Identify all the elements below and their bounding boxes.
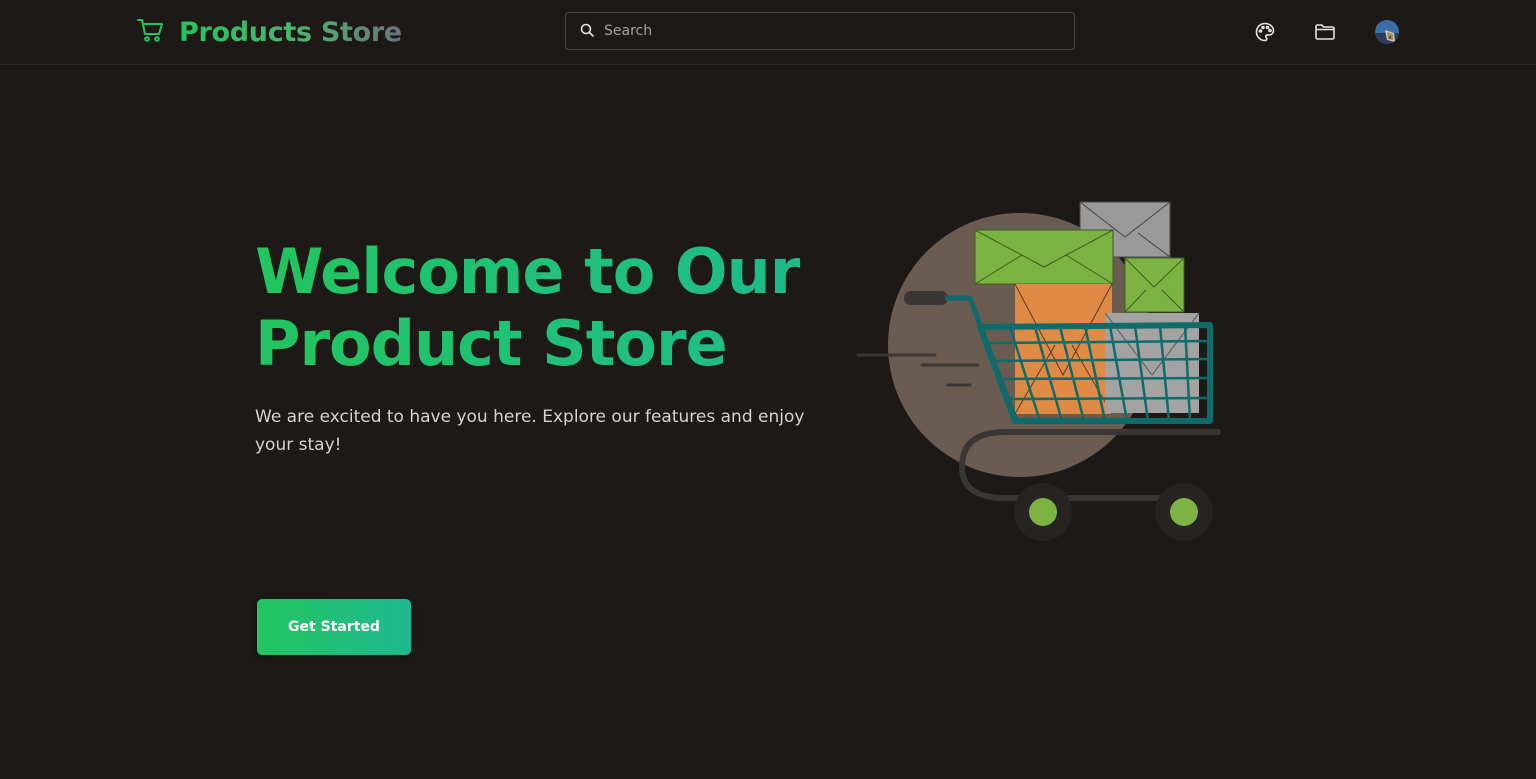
shopping-cart-illustration bbox=[850, 195, 1230, 545]
palette-icon[interactable] bbox=[1253, 20, 1277, 44]
get-started-button[interactable]: Get Started bbox=[257, 599, 411, 655]
hero-title: Welcome to Our Product Store bbox=[255, 236, 855, 380]
search-icon bbox=[566, 22, 594, 41]
navbar: Products Store bbox=[0, 0, 1536, 65]
brand-title: Products Store bbox=[179, 14, 402, 52]
search-input[interactable] bbox=[602, 22, 1046, 40]
shopping-cart-icon bbox=[137, 18, 165, 48]
brand-logo[interactable]: Products Store bbox=[137, 14, 402, 52]
search-box[interactable] bbox=[565, 12, 1075, 50]
folder-icon[interactable] bbox=[1313, 20, 1337, 44]
hero-subtitle: We are excited to have you here. Explore… bbox=[255, 407, 805, 455]
avatar[interactable] bbox=[1375, 20, 1399, 44]
